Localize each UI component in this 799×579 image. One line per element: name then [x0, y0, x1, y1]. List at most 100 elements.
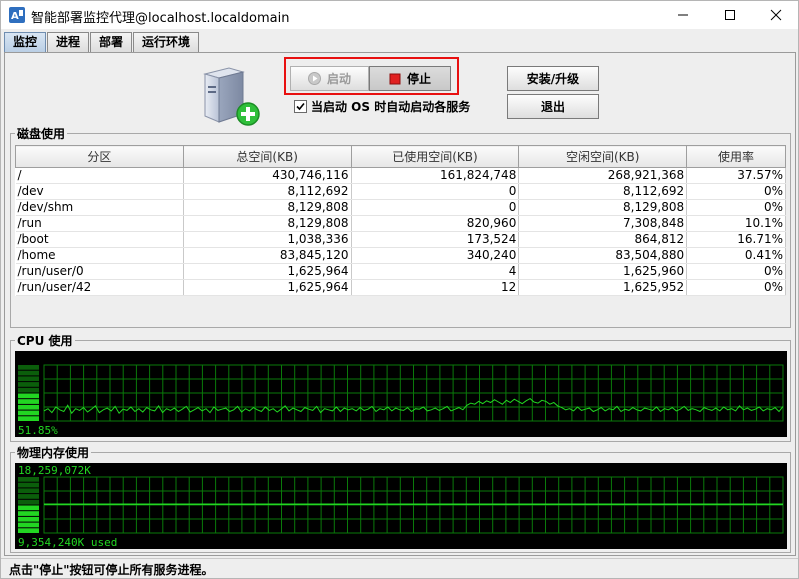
table-cell: /dev/shm [15, 199, 184, 216]
minimize-button[interactable] [660, 1, 706, 29]
play-icon [307, 72, 321, 85]
table-cell: 10.1% [686, 215, 786, 232]
table-cell: 83,845,120 [183, 247, 352, 264]
close-icon [770, 9, 782, 21]
table-cell: 37.57% [686, 167, 786, 184]
table-cell: 1,625,960 [518, 263, 688, 280]
level-segment [18, 516, 39, 522]
svg-text:A: A [11, 11, 19, 22]
start-button-label: 启动 [326, 72, 351, 86]
tab-process[interactable]: 进程 [47, 32, 90, 53]
level-segment [18, 404, 39, 410]
level-segment [18, 494, 39, 499]
table-cell: 8,129,808 [183, 199, 352, 216]
level-segment [18, 393, 39, 399]
cpu-graph [18, 364, 784, 422]
exit-button[interactable]: 退出 [507, 94, 599, 119]
level-segment [18, 522, 39, 528]
table-row[interactable]: /dev 8,112,692 0 8,112,692 0% [15, 183, 786, 200]
stop-icon [389, 73, 401, 84]
level-segment [18, 370, 39, 376]
level-segment [18, 416, 39, 421]
table-cell: 430,746,116 [183, 167, 352, 184]
column-header-total[interactable]: 总空间(KB) [182, 145, 352, 168]
app-logo-icon: A [9, 7, 25, 23]
window-title: 智能部署监控代理@localhost.localdomain [31, 11, 290, 26]
minimize-icon [678, 14, 688, 16]
memory-used-value: 9,354,240K used [18, 536, 118, 549]
memory-total-value: 18,259,072K [18, 464, 91, 477]
autostart-option[interactable]: 当启动 OS 时自动启动各服务 [294, 98, 470, 114]
close-button[interactable] [753, 1, 799, 29]
table-cell: 173,524 [351, 231, 520, 248]
checkmark-icon [296, 102, 305, 110]
install-upgrade-button[interactable]: 安装/升级 [507, 66, 599, 91]
status-bar: 点击"停止"按钮可停止所有服务进程。 [1, 558, 798, 578]
tab-runtime-env[interactable]: 运行环境 [133, 32, 200, 53]
table-cell: 1,625,964 [183, 263, 352, 280]
table-cell: 340,240 [351, 247, 520, 264]
install-upgrade-label: 安装/升级 [526, 72, 580, 86]
table-row[interactable]: /430,746,116 161,824,748 268,921,368 37.57% [15, 167, 786, 184]
level-segment [18, 499, 39, 505]
table-row[interactable]: /boot 1,038,336 173,524 864,812 16.71% [15, 231, 786, 248]
table-cell: 83,504,880 [518, 247, 688, 264]
autostart-label: 当启动 OS 时自动启动各服务 [311, 99, 471, 114]
table-cell: 8,112,692 [183, 183, 352, 200]
cpu-usage-title: CPU 使用 [15, 332, 75, 349]
level-segment [18, 505, 39, 511]
disk-table-header: 分区 总空间(KB) 已使用空间(KB) 空闲空间(KB) 使用率 [15, 145, 786, 168]
maximize-button[interactable] [707, 1, 753, 29]
table-row[interactable]: /run/user/0 1,625,964 4 1,625,960 0% [15, 263, 786, 280]
level-segment [18, 410, 39, 416]
table-cell: 0 [351, 183, 520, 200]
title-bar[interactable]: A 智能部署监控代理@localhost.localdomain [1, 1, 798, 29]
level-segment [18, 528, 39, 533]
memory-meter: 18,259,072K 9,354,240K used [15, 463, 787, 549]
table-row[interactable]: /run/user/42 1,625,964 12 1,625,952 0% [15, 279, 786, 296]
maximize-icon [725, 10, 735, 20]
table-row[interactable]: /run 8,129,808 820,960 7,308,848 10.1% [15, 215, 786, 232]
exit-label: 退出 [540, 100, 565, 114]
disk-table-body: /430,746,116 161,824,748 268,921,368 37.57%… [15, 167, 786, 296]
column-header-used[interactable]: 已使用空间(KB) [350, 145, 520, 168]
table-cell: 161,824,748 [351, 167, 520, 184]
table-cell: /run/user/0 [15, 263, 184, 280]
table-cell: 8,112,692 [518, 183, 688, 200]
table-row[interactable]: /home 83,845,120 340,240 83,504,880 0.41% [15, 247, 786, 264]
table-cell: 4 [351, 263, 520, 280]
column-header-usage[interactable]: 使用率 [686, 145, 786, 168]
app-window: A 智能部署监控代理@localhost.localdomain 监控 进程 部… [0, 0, 799, 579]
table-cell: 16.71% [686, 231, 786, 248]
memory-usage-title: 物理内存使用 [15, 444, 92, 461]
column-header-partition[interactable]: 分区 [15, 145, 184, 168]
table-cell: 0% [686, 279, 786, 296]
level-segment [18, 482, 39, 488]
table-cell: 268,921,368 [518, 167, 688, 184]
column-header-free[interactable]: 空闲空间(KB) [518, 145, 688, 168]
level-segment [18, 488, 39, 494]
table-cell: 1,038,336 [183, 231, 352, 248]
table-cell: 820,960 [351, 215, 520, 232]
tab-monitor[interactable]: 监控 [4, 32, 47, 53]
stop-button-label: 停止 [406, 72, 431, 86]
disk-usage-title: 磁盘使用 [15, 125, 68, 142]
table-cell: 12 [351, 279, 520, 296]
table-cell: /home [15, 247, 184, 264]
level-segment [18, 382, 39, 387]
tab-deploy[interactable]: 部署 [90, 32, 133, 53]
table-cell: 8,129,808 [518, 199, 688, 216]
table-cell: 0% [686, 183, 786, 200]
start-button[interactable]: 启动 [290, 66, 369, 91]
table-cell: /boot [15, 231, 184, 248]
level-segment [18, 477, 39, 482]
autostart-checkbox[interactable] [294, 99, 307, 113]
server-install-icon [203, 67, 260, 126]
cpu-meter: 51.85% [15, 351, 787, 437]
table-cell: 0% [686, 199, 786, 216]
table-cell: 864,812 [518, 231, 688, 248]
table-row[interactable]: /dev/shm 8,129,808 0 8,129,808 0% [15, 199, 786, 216]
stop-button[interactable]: 停止 [369, 66, 451, 91]
table-cell: 0% [686, 263, 786, 280]
table-cell: 0 [351, 199, 520, 216]
